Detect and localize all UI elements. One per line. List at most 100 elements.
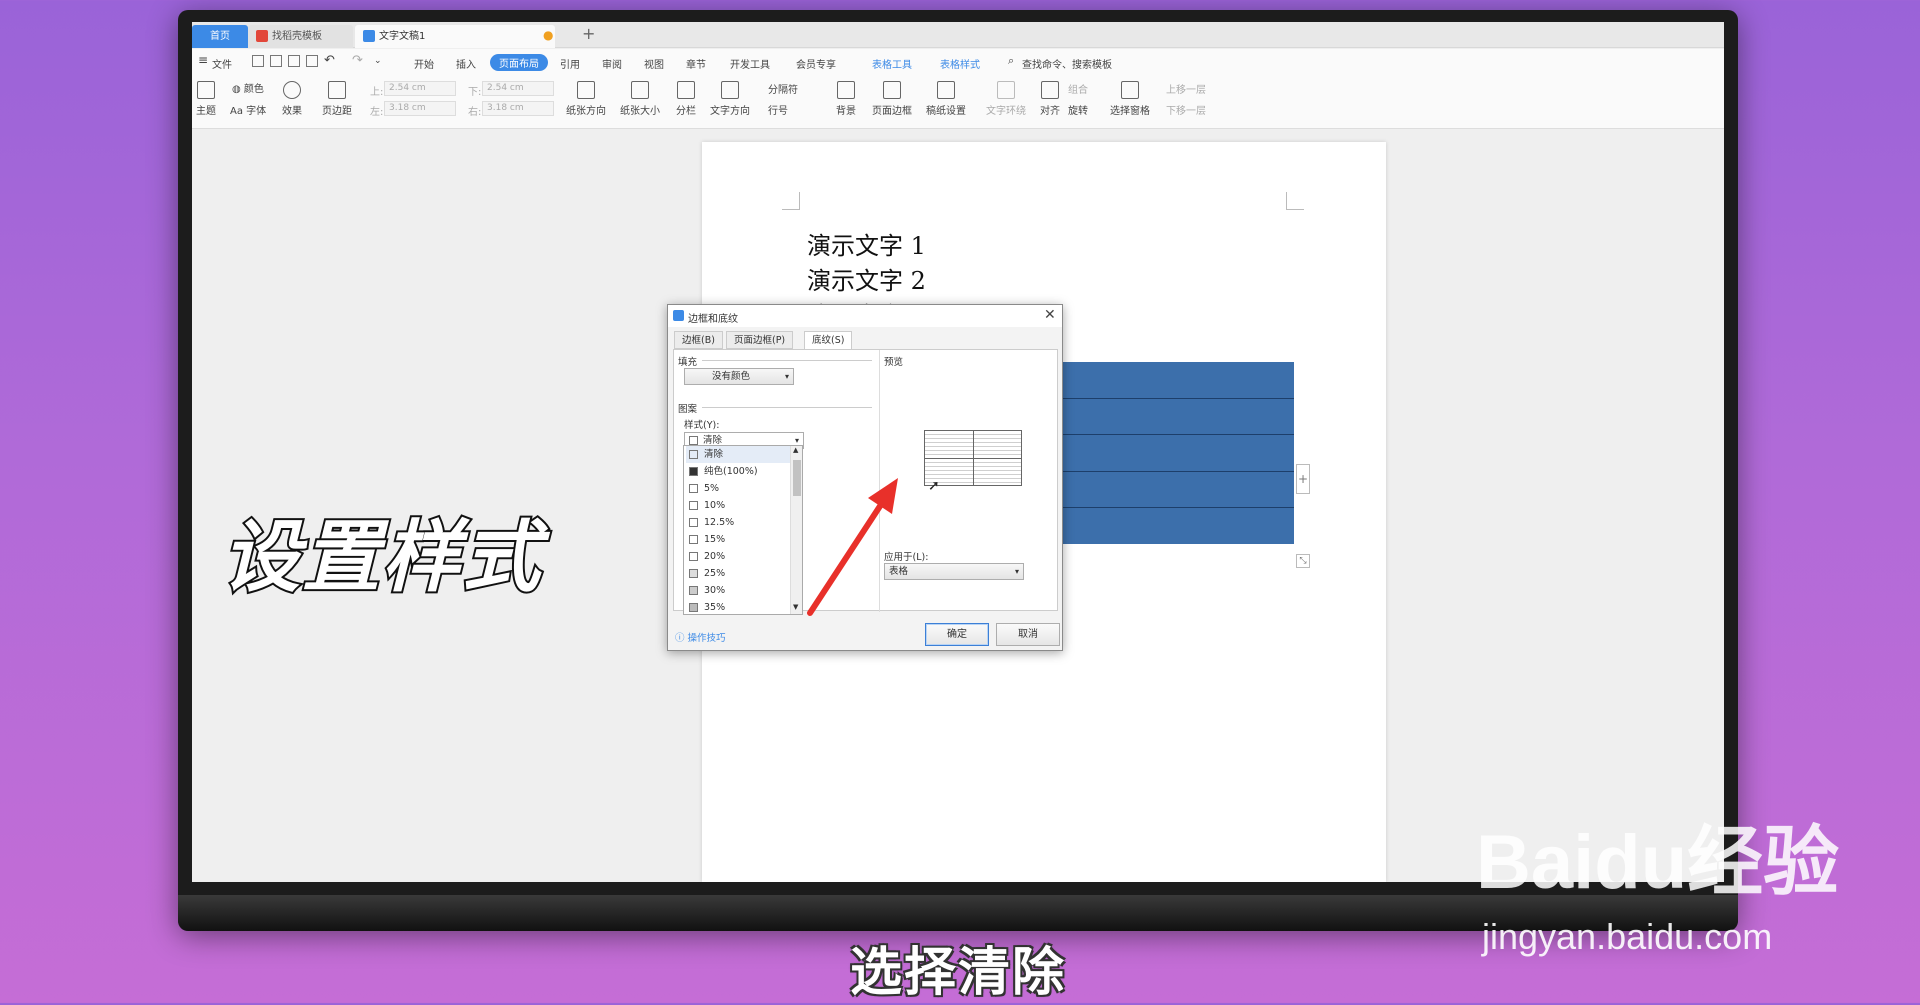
effect-button[interactable]: 效果 (282, 81, 302, 117)
command-search[interactable]: 查找命令、搜索模板 (1022, 56, 1112, 71)
selection-pane-label: 选择窗格 (1110, 106, 1150, 117)
bottom-margin-input[interactable]: 2.54 cm (482, 81, 554, 96)
dialog-title: 边框和底纹 (688, 314, 738, 325)
scroll-down-icon[interactable]: ▼ (793, 603, 798, 611)
menu-table-style[interactable]: 表格样式 (940, 56, 980, 71)
print-preview-icon[interactable] (306, 55, 318, 67)
menu-table-tools[interactable]: 表格工具 (872, 56, 912, 71)
menu-file[interactable]: 文件 (212, 56, 232, 71)
wrap-text-button[interactable]: 文字环绕 (986, 81, 1026, 117)
ok-button[interactable]: 确定 (925, 623, 989, 646)
doc-line-2[interactable]: 演示文字 2 (807, 261, 926, 296)
list-item-label: 35% (704, 602, 726, 613)
scroll-up-icon[interactable]: ▲ (793, 446, 798, 454)
menu-view[interactable]: 视图 (644, 56, 664, 71)
menu-chapter[interactable]: 章节 (686, 56, 706, 71)
menu-references[interactable]: 引用 (560, 56, 580, 71)
menu-developer[interactable]: 开发工具 (730, 56, 770, 71)
print-icon[interactable] (288, 55, 300, 67)
right-margin-input[interactable]: 3.18 cm (482, 101, 554, 116)
columns-button[interactable]: 分栏 (676, 81, 696, 117)
dialog-titlebar: 边框和底纹 ✕ (668, 305, 1062, 327)
cancel-button[interactable]: 取消 (996, 623, 1060, 646)
pattern-divider (702, 407, 872, 408)
line-number-button[interactable]: 行号 (768, 102, 788, 117)
tips-link[interactable]: ⓘ 操作技巧 (675, 630, 726, 644)
tab-shading[interactable]: 底纹(S) (804, 331, 853, 350)
size-button[interactable]: 纸张大小 (620, 81, 660, 117)
swatch-30-icon (689, 586, 698, 595)
list-item-30[interactable]: 30% (686, 582, 790, 599)
list-item-20[interactable]: 20% (686, 548, 790, 565)
theme-button[interactable]: 主题 (196, 81, 216, 117)
list-item-15[interactable]: 15% (686, 531, 790, 548)
list-item-5[interactable]: 5% (686, 480, 790, 497)
pattern-style-list[interactable]: 清除 纯色(100%) 5% 10% 12.5% 15% 20% 25% 30%… (683, 445, 803, 615)
breaks-button[interactable]: 分隔符 (768, 81, 798, 96)
grid-paper-icon (937, 81, 955, 99)
color-label: 颜色 (243, 84, 264, 95)
table-resize-icon[interactable]: ⤡ (1296, 554, 1310, 568)
orientation-label: 纸张方向 (566, 106, 606, 117)
hamburger-icon[interactable]: ≡ (198, 53, 208, 67)
list-item-35[interactable]: 35% (686, 599, 790, 614)
menu-start[interactable]: 开始 (414, 56, 434, 71)
tab-templates[interactable]: 找稻壳模板 (248, 25, 353, 48)
columns-label: 分栏 (676, 106, 696, 117)
list-item-10[interactable]: 10% (686, 497, 790, 514)
export-pdf-icon[interactable] (270, 55, 282, 67)
new-tab-button[interactable]: + (582, 24, 595, 43)
group-button[interactable]: 组合 (1068, 81, 1088, 96)
menu-member[interactable]: 会员专享 (796, 56, 836, 71)
background-icon (837, 81, 855, 99)
tips-label: 操作技巧 (687, 633, 726, 644)
text-direction-button[interactable]: 文字方向 (710, 81, 750, 117)
customize-chevron-icon[interactable]: ⌄ (374, 56, 382, 66)
tab-document[interactable]: 文字文稿1 ● (355, 25, 555, 48)
font-theme-button[interactable]: Aa 字体 (230, 102, 266, 117)
save-icon[interactable] (252, 55, 264, 67)
swatch-clear-icon (689, 450, 698, 459)
add-column-plus-icon[interactable]: + (1296, 464, 1310, 494)
menu-review[interactable]: 审阅 (602, 56, 622, 71)
close-icon[interactable]: ✕ (1044, 307, 1056, 323)
list-item-label: 清除 (704, 449, 724, 460)
list-item-label: 10% (704, 500, 726, 511)
page-border-icon (883, 81, 901, 99)
fill-color-dropdown[interactable]: 没有颜色 ▾ (684, 368, 794, 385)
redo-icon[interactable]: ↷ (352, 53, 363, 68)
margin-button[interactable]: 页边距 (322, 81, 352, 117)
list-item-clear[interactable]: 清除 (686, 446, 790, 463)
background-label: 背景 (836, 106, 856, 117)
align-button[interactable]: 对齐 (1040, 81, 1060, 117)
menu-page-layout[interactable]: 页面布局 (490, 54, 548, 71)
tab-home[interactable]: 首页 (192, 25, 248, 48)
swatch-clear-icon (689, 436, 698, 445)
left-margin-input[interactable]: 3.18 cm (384, 101, 456, 116)
list-item-solid[interactable]: 纯色(100%) (686, 463, 790, 480)
list-item-25[interactable]: 25% (686, 565, 790, 582)
background-button[interactable]: 背景 (836, 81, 856, 117)
unsaved-dot-icon: ● (543, 28, 554, 42)
menu-insert[interactable]: 插入 (456, 56, 476, 71)
search-icon[interactable]: ⌕ (1008, 54, 1014, 68)
page-border-label: 页面边框 (872, 106, 912, 117)
selection-pane-button[interactable]: 选择窗格 (1110, 81, 1150, 117)
doc-line-1[interactable]: 演示文字 1 (807, 226, 926, 261)
tab-page-border[interactable]: 页面边框(P) (726, 331, 794, 349)
color-button[interactable]: ◍ 颜色 (232, 80, 264, 95)
rotate-button[interactable]: 旋转 (1068, 102, 1088, 117)
send-backward-button[interactable]: 下移一层 (1166, 102, 1206, 117)
bring-forward-button[interactable]: 上移一层 (1166, 81, 1206, 96)
help-icon: ⓘ (675, 633, 688, 644)
page-border-button[interactable]: 页面边框 (872, 81, 912, 117)
list-item-12-5[interactable]: 12.5% (686, 514, 790, 531)
list-item-label: 5% (704, 483, 720, 494)
undo-icon[interactable]: ↶ (324, 53, 335, 68)
tab-borders[interactable]: 边框(B) (674, 331, 723, 349)
grid-paper-button[interactable]: 稿纸设置 (926, 81, 966, 117)
effect-icon (283, 81, 301, 99)
orientation-button[interactable]: 纸张方向 (566, 81, 606, 117)
orientation-icon (577, 81, 595, 99)
top-margin-input[interactable]: 2.54 cm (384, 81, 456, 96)
